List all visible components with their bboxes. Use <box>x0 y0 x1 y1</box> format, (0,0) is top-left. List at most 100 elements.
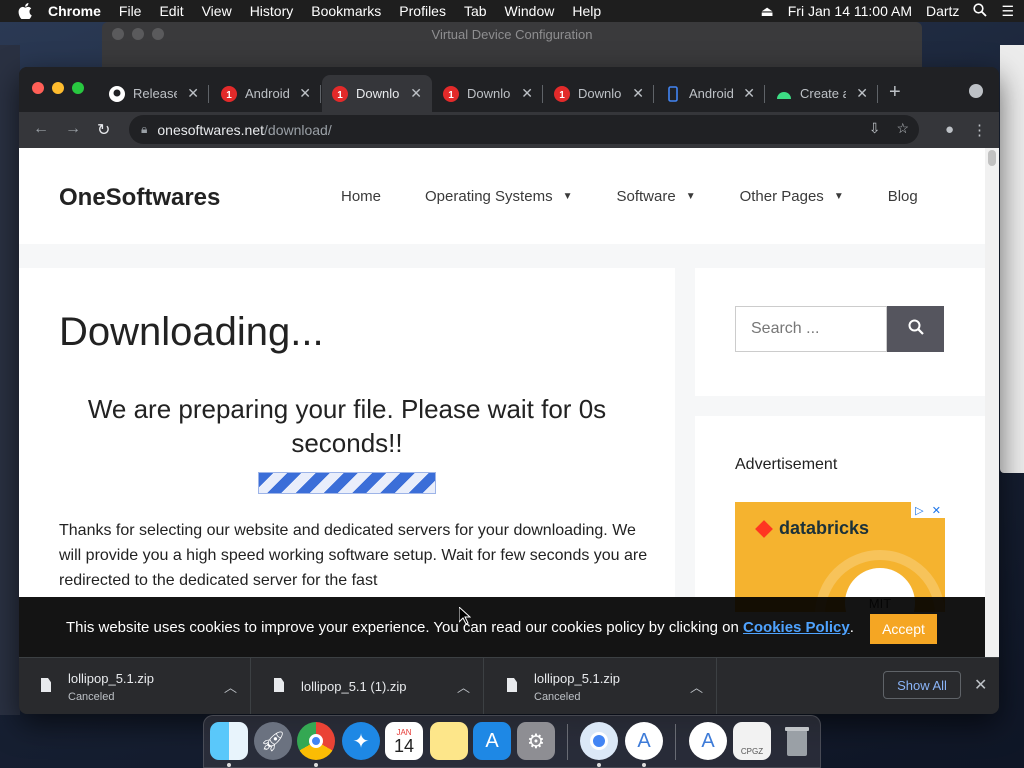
page-scrollbar[interactable] <box>985 148 999 657</box>
tab-3[interactable]: 1 Downloa ✕ <box>433 75 543 112</box>
chrome-menu-icon[interactable]: ⋮ <box>972 121 987 139</box>
url-path: /download/ <box>264 121 332 138</box>
tab-6[interactable]: Create a ✕ <box>766 75 878 112</box>
page-heading: Downloading... <box>59 310 324 354</box>
tab-label: Downloa <box>356 86 400 101</box>
menubar-user[interactable]: Dartz <box>926 3 959 19</box>
tab-4[interactable]: 1 Downloa ✕ <box>544 75 654 112</box>
android-studio-icon[interactable]: A <box>625 722 663 760</box>
menu-window[interactable]: Window <box>505 3 555 19</box>
tab-5[interactable]: Android ✕ <box>655 75 765 112</box>
new-tab-plus-icon[interactable]: + <box>889 81 901 104</box>
chevron-up-icon[interactable]: ︿ <box>690 677 703 696</box>
ad-banner[interactable]: databricks ▷✕ MIT <box>735 502 945 612</box>
nav-other-pages[interactable]: Other Pages ▼ <box>740 188 844 205</box>
tab-0[interactable]: Release ✕ <box>99 75 209 112</box>
page-viewport: OneSoftwares Home Operating Systems ▼ Sof… <box>19 148 999 657</box>
download-shelf: lollipop_5.1.zip Canceled ︿ lollipop_5.1… <box>19 657 999 714</box>
nav-label: Blog <box>887 188 918 205</box>
close-shelf-icon[interactable]: ✕ <box>974 675 987 695</box>
nav-label: Software <box>616 188 676 205</box>
android-studio-alt-icon[interactable]: A <box>689 722 727 760</box>
nav-blog[interactable]: Blog <box>888 188 918 205</box>
spotlight-icon[interactable] <box>973 2 988 20</box>
cookies-policy-link[interactable]: Cookies Policy <box>743 619 850 636</box>
menu-view[interactable]: View <box>202 3 232 19</box>
download-filename: lollipop_5.1 (1).zip <box>301 679 407 694</box>
back-arrow-icon[interactable]: ← <box>33 120 49 138</box>
trash-icon[interactable] <box>778 722 816 760</box>
reload-icon[interactable]: ↻ <box>97 120 110 140</box>
menu-file[interactable]: File <box>119 3 142 19</box>
menu-help[interactable]: Help <box>572 3 601 19</box>
download-item-2[interactable]: lollipop_5.1.zip Canceled ︿ <box>485 658 717 714</box>
menu-edit[interactable]: Edit <box>159 3 183 19</box>
nav-home[interactable]: Home <box>341 188 381 205</box>
close-window-button[interactable] <box>32 82 44 94</box>
nav-operating-systems[interactable]: Operating Systems ▼ <box>425 188 572 205</box>
search-button[interactable] <box>887 306 944 352</box>
download-item-0[interactable]: lollipop_5.1.zip Canceled ︿ <box>19 658 251 714</box>
nav-label: Other Pages <box>739 188 824 205</box>
menu-app-name[interactable]: Chrome <box>48 3 101 19</box>
forward-arrow-icon[interactable]: → <box>65 120 81 138</box>
tab-close-icon[interactable]: ✕ <box>187 85 199 102</box>
menu-history[interactable]: History <box>250 3 294 19</box>
menu-bookmarks[interactable]: Bookmarks <box>311 3 381 19</box>
eject-icon[interactable]: ⏏ <box>761 3 774 20</box>
tab-close-icon[interactable]: ✕ <box>299 85 311 102</box>
download-progress-bar <box>258 472 436 494</box>
chevron-up-icon[interactable]: ︿ <box>457 677 470 696</box>
sidebar-search-widget: Search ... <box>695 268 985 396</box>
install-app-icon[interactable]: ⇩ <box>869 120 881 137</box>
dock: 🚀︎ ✦ JAN 14 A ⚙ A A CPGZ <box>203 715 821 768</box>
search-input[interactable]: Search ... <box>735 306 887 352</box>
profile-avatar-icon[interactable]: ● <box>945 121 954 139</box>
nav-software[interactable]: Software ▼ <box>616 188 695 205</box>
bookmark-star-icon[interactable]: ☆ <box>896 120 909 137</box>
lock-icon[interactable]: 🔒︎ <box>141 122 147 137</box>
search-placeholder: Search ... <box>751 320 820 337</box>
ad-choices-icon[interactable]: ▷ ✕ <box>911 502 945 518</box>
minimize-window-button[interactable] <box>52 82 64 94</box>
chrome-dev-icon[interactable] <box>580 722 618 760</box>
tab-close-icon[interactable]: ✕ <box>410 85 422 102</box>
show-all-downloads-button[interactable]: Show All <box>883 671 961 699</box>
tab-close-icon[interactable]: ✕ <box>632 85 644 102</box>
tab-close-icon[interactable]: ✕ <box>856 85 868 102</box>
download-status: Canceled <box>68 691 115 703</box>
chrome-icon[interactable] <box>297 722 335 760</box>
site-title[interactable]: OneSoftwares <box>59 184 220 212</box>
file-icon <box>507 678 517 692</box>
download-filename: lollipop_5.1.zip <box>534 671 621 686</box>
svg-text:1: 1 <box>559 90 565 101</box>
control-center-icon[interactable]: ☰ <box>1001 3 1014 20</box>
launchpad-icon[interactable]: 🚀︎ <box>254 722 292 760</box>
tab-2-active[interactable]: 1 Downloa ✕ <box>322 75 432 112</box>
safari-icon[interactable]: ✦ <box>342 722 380 760</box>
accept-cookies-button[interactable]: Accept <box>870 614 937 644</box>
phone-icon <box>665 85 681 102</box>
download-item-1[interactable]: lollipop_5.1 (1).zip ︿ <box>252 658 484 714</box>
opera-icon: 1 <box>554 85 570 102</box>
notes-icon[interactable] <box>430 722 468 760</box>
menu-profiles[interactable]: Profiles <box>399 3 446 19</box>
tab-close-icon[interactable]: ✕ <box>521 85 533 102</box>
tab-strip: Release ✕ 1 Android ✕ 1 Downloa ✕ 1 Down… <box>19 67 999 112</box>
chevron-up-icon[interactable]: ︿ <box>224 677 237 696</box>
zoom-window-button[interactable] <box>72 82 84 94</box>
tab-1[interactable]: 1 Android ✕ <box>211 75 321 112</box>
menubar-clock[interactable]: Fri Jan 14 11:00 AM <box>788 3 912 19</box>
address-bar[interactable]: 🔒︎ onesoftwares.net/download/ ⇩ ☆ <box>129 115 919 144</box>
tab-close-icon[interactable]: ✕ <box>743 85 755 102</box>
advertisement-label: Advertisement <box>735 456 838 473</box>
system-preferences-icon[interactable]: ⚙ <box>517 722 555 760</box>
finder-icon[interactable] <box>210 722 248 760</box>
menu-tab[interactable]: Tab <box>464 3 487 19</box>
tab-search-icon[interactable] <box>969 84 983 98</box>
scrollbar-thumb[interactable] <box>988 150 996 166</box>
app-store-icon[interactable]: A <box>473 722 511 760</box>
apple-icon[interactable] <box>18 3 34 19</box>
zip-file-icon[interactable]: CPGZ <box>733 722 771 760</box>
calendar-icon[interactable]: JAN 14 <box>385 722 423 760</box>
